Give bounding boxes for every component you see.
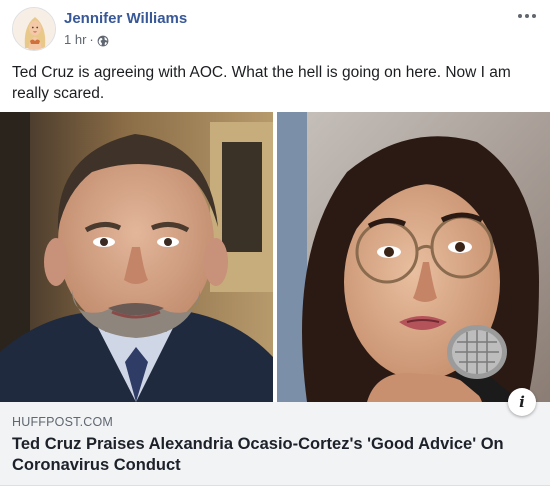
post-meta: 1 hr · — [64, 31, 109, 49]
photo-woman-glasses-microphone — [277, 112, 550, 402]
more-options-icon[interactable] — [514, 6, 540, 26]
post-timestamp[interactable]: 1 hr — [64, 31, 86, 49]
author-name[interactable]: Jennifer Williams — [64, 10, 187, 28]
info-icon[interactable]: i — [508, 388, 536, 416]
link-preview-card[interactable]: i HUFFPOST.COM Ted Cruz Praises Alexandr… — [0, 112, 550, 486]
link-domain: HUFFPOST.COM — [12, 415, 114, 429]
avatar-illustration — [13, 8, 55, 50]
link-caption[interactable]: HUFFPOST.COM Ted Cruz Praises Alexandria… — [0, 402, 550, 486]
author-avatar[interactable] — [12, 7, 56, 51]
meta-separator: · — [89, 32, 94, 47]
link-headline[interactable]: Ted Cruz Praises Alexandria Ocasio-Corte… — [12, 434, 532, 476]
photo-man-suit — [0, 112, 273, 402]
post-text: Ted Cruz is agreeing with AOC. What the … — [12, 64, 511, 102]
post-header: Jennifer Williams 1 hr · — [0, 0, 550, 60]
globe-icon[interactable] — [97, 34, 109, 47]
link-preview-image[interactable] — [0, 112, 550, 402]
